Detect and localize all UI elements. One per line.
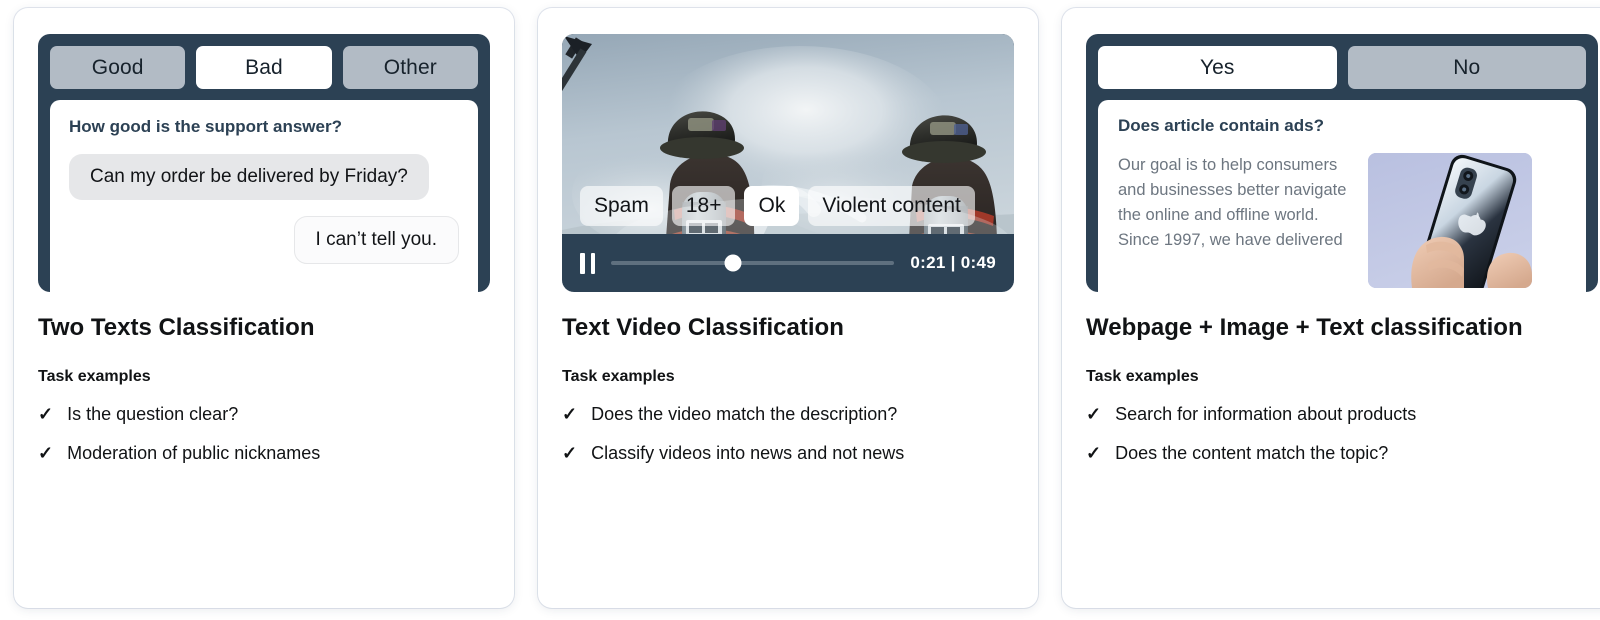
message-bubble-outgoing: I can’t tell you. — [293, 216, 459, 264]
choice-button-bad[interactable]: Bad — [196, 46, 332, 89]
video-time-separator: | — [950, 253, 956, 272]
card-meta-webpage-image-text: Webpage + Image + Text classification Ta… — [1062, 292, 1600, 464]
task-example-item: ✓ Is the question clear? — [38, 404, 490, 425]
article-body-row: Our goal is to help consumers and busine… — [1118, 153, 1566, 288]
task-card-two-texts[interactable]: Good Bad Other How good is the support a… — [14, 8, 514, 608]
check-icon: ✓ — [562, 443, 578, 463]
video-progress-track[interactable] — [611, 254, 895, 272]
pause-icon[interactable] — [580, 252, 595, 274]
task-example-label: Moderation of public nicknames — [67, 443, 321, 463]
conversation-question: How good is the support answer? — [69, 117, 342, 136]
choice-button-yes[interactable]: Yes — [1098, 46, 1337, 89]
check-icon: ✓ — [1086, 404, 1102, 424]
task-card-webpage-image-text[interactable]: Yes No Does article contain ads? Our goa… — [1062, 8, 1600, 608]
choice-button-no[interactable]: No — [1347, 46, 1586, 89]
task-example-item: ✓ Does the video match the description? — [562, 404, 1014, 425]
check-icon: ✓ — [562, 404, 578, 424]
check-icon: ✓ — [1086, 443, 1102, 463]
task-example-label: Search for information about products — [1115, 404, 1417, 424]
video-mockup: Spam 18+ Ok Violent content 0:21 | 0:49 — [562, 34, 1014, 292]
article-body-text: Our goal is to help consumers and busine… — [1118, 156, 1347, 249]
outgoing-bubble-row: I can’t tell you. — [69, 216, 459, 264]
video-label-row: Spam 18+ Ok Violent content — [580, 186, 996, 226]
article-question: Does article contain ads? — [1118, 116, 1324, 135]
card-title: Webpage + Image + Text classification — [1086, 314, 1523, 341]
video-label-18plus[interactable]: 18+ — [671, 186, 736, 226]
video-label-ok[interactable]: Ok — [744, 186, 800, 226]
task-example-item: ✓ Does the content match the topic? — [1086, 443, 1598, 464]
conversation-sheet: How good is the support answer? Can my o… — [50, 100, 478, 292]
task-example-label: Classify videos into news and not news — [591, 443, 905, 463]
two-texts-mockup: Good Bad Other How good is the support a… — [38, 34, 490, 292]
video-total-time: 0:49 — [960, 253, 996, 272]
video-current-time: 0:21 — [910, 253, 946, 272]
article-photo — [1368, 153, 1532, 288]
task-examples-heading: Task examples — [1086, 368, 1199, 385]
task-example-label: Does the content match the topic? — [1115, 443, 1389, 463]
video-control-bar: 0:21 | 0:49 — [562, 234, 1014, 292]
card-meta-text-video: Text Video Classification Task examples … — [538, 292, 1038, 464]
check-icon: ✓ — [38, 404, 54, 424]
card-title: Text Video Classification — [562, 314, 844, 341]
task-example-label: Is the question clear? — [67, 404, 239, 424]
choice-button-row: Good Bad Other — [50, 46, 478, 89]
task-examples-heading: Task examples — [38, 368, 151, 385]
choice-button-other[interactable]: Other — [342, 46, 478, 89]
phone-in-hands-image — [1368, 153, 1532, 288]
task-example-item: ✓ Classify videos into news and not news — [562, 443, 1014, 464]
video-timestamp: 0:21 | 0:49 — [910, 253, 996, 273]
choice-button-good[interactable]: Good — [50, 46, 186, 89]
task-example-item: ✓ Moderation of public nicknames — [38, 443, 490, 464]
choice-button-row: Yes No — [1098, 46, 1586, 89]
task-example-label: Does the video match the description? — [591, 404, 898, 424]
card-meta-two-texts: Two Texts Classification Task examples ✓… — [14, 292, 514, 464]
article-sheet: Does article contain ads? Our goal is to… — [1098, 100, 1586, 292]
task-examples-heading: Task examples — [562, 368, 675, 385]
task-type-card-grid: Good Bad Other How good is the support a… — [0, 0, 1600, 620]
card-title: Two Texts Classification — [38, 314, 315, 341]
task-example-item: ✓ Search for information about products — [1086, 404, 1598, 425]
video-label-violent-content[interactable]: Violent content — [808, 186, 975, 226]
video-label-spam[interactable]: Spam — [580, 186, 663, 226]
task-card-text-video[interactable]: Spam 18+ Ok Violent content 0:21 | 0:49 — [538, 8, 1038, 608]
video-player[interactable]: Spam 18+ Ok Violent content 0:21 | 0:49 — [562, 34, 1014, 292]
check-icon: ✓ — [38, 443, 54, 463]
video-progress-knob[interactable] — [724, 254, 742, 272]
webpage-mockup: Yes No Does article contain ads? Our goa… — [1086, 34, 1598, 292]
message-bubble-incoming: Can my order be delivered by Friday? — [69, 154, 429, 200]
